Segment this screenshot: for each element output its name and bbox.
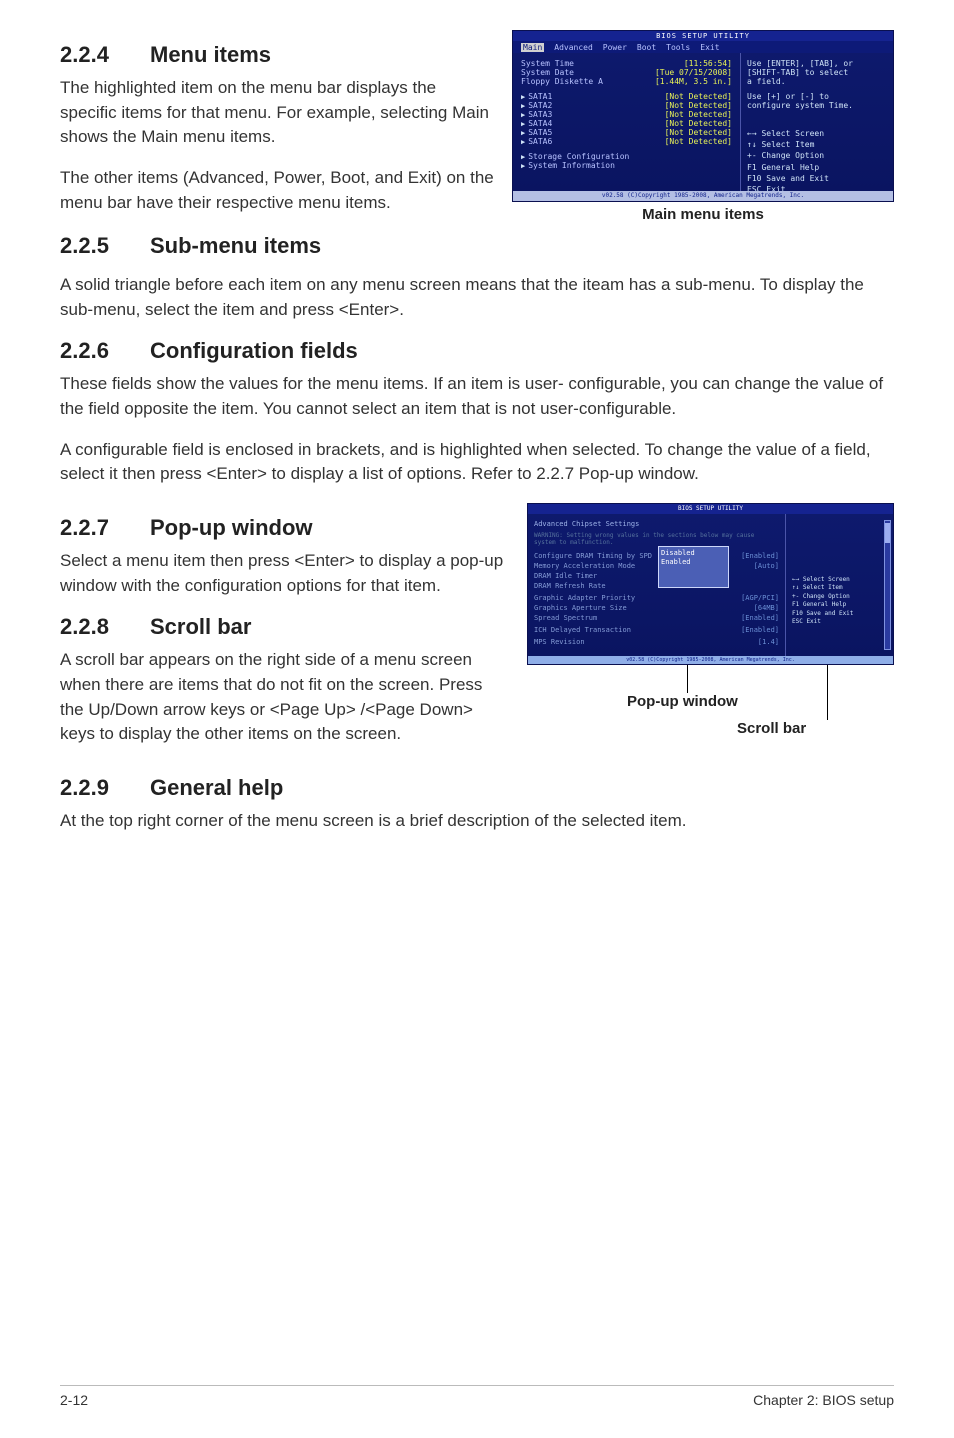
heading-225: 2.2.5Sub-menu items bbox=[60, 233, 494, 259]
bios2-left-pane: Advanced Chipset Settings WARNING: Setti… bbox=[528, 514, 785, 656]
label-popup: Pop-up window bbox=[627, 693, 738, 710]
heading-228: 2.2.8Scroll bar bbox=[60, 614, 509, 640]
page-number: 2-12 bbox=[60, 1392, 88, 1408]
page-footer: 2-12 Chapter 2: BIOS setup bbox=[60, 1385, 894, 1408]
bios2-title-bar: BIOS SETUP UTILITY bbox=[528, 504, 893, 514]
bios2-help-pane: ←→ Select Screen ↑↓ Select Item +- Chang… bbox=[785, 514, 893, 656]
bios-menu-tools: Tools bbox=[666, 43, 690, 52]
heading-227: 2.2.7Pop-up window bbox=[60, 515, 509, 541]
p-224-1: The highlighted item on the menu bar dis… bbox=[60, 76, 494, 150]
bios-title-bar: BIOS SETUP UTILITY bbox=[513, 31, 893, 41]
bios-help-pane: Use [ENTER], [TAB], or [SHIFT-TAB] to se… bbox=[741, 53, 893, 191]
bios-menu-boot: Boot bbox=[637, 43, 656, 52]
heading-226: 2.2.6Configuration fields bbox=[60, 338, 894, 364]
p-228-1: A scroll bar appears on the right side o… bbox=[60, 648, 509, 747]
bios-menu-power: Power bbox=[603, 43, 627, 52]
p-226-1: These fields show the values for the men… bbox=[60, 372, 894, 421]
p-226-2: A configurable field is enclosed in brac… bbox=[60, 438, 894, 487]
bios-menu-exit: Exit bbox=[700, 43, 719, 52]
bios-menubar: Main Advanced Power Boot Tools Exit bbox=[513, 41, 893, 53]
bios2-popup: Disabled Enabled bbox=[658, 546, 729, 588]
label-scroll: Scroll bar bbox=[737, 720, 806, 737]
bios-menu-adv: Advanced bbox=[554, 43, 593, 52]
heading-229: 2.2.9General help bbox=[60, 775, 894, 801]
bios-popup-figure: BIOS SETUP UTILITY Advanced Chipset Sett… bbox=[527, 503, 894, 665]
p-224-2: The other items (Advanced, Power, Boot, … bbox=[60, 166, 494, 215]
fig1-caption: Main menu items bbox=[512, 206, 894, 223]
chapter-label: Chapter 2: BIOS setup bbox=[753, 1392, 894, 1408]
bios-left-pane: System Time[11:56:54] System Date[Tue 07… bbox=[513, 53, 741, 191]
p-229-1: At the top right corner of the menu scre… bbox=[60, 809, 894, 834]
p-227-1: Select a menu item then press <Enter> to… bbox=[60, 549, 509, 598]
heading-224: 2.2.4Menu items bbox=[60, 42, 494, 68]
bios-footer: v02.58 (C)Copyright 1985-2008, American … bbox=[513, 191, 893, 201]
bios2-footer: v02.58 (C)Copyright 1985-2008, American … bbox=[528, 656, 893, 664]
bios-menu-main: Main bbox=[521, 43, 544, 52]
bios-main-figure: BIOS SETUP UTILITY Main Advanced Power B… bbox=[512, 30, 894, 202]
bios2-scrollbar bbox=[884, 520, 891, 650]
fig2-pointers: Pop-up window Scroll bar bbox=[527, 665, 892, 755]
p-225-1: A solid triangle before each item on any… bbox=[60, 273, 894, 322]
